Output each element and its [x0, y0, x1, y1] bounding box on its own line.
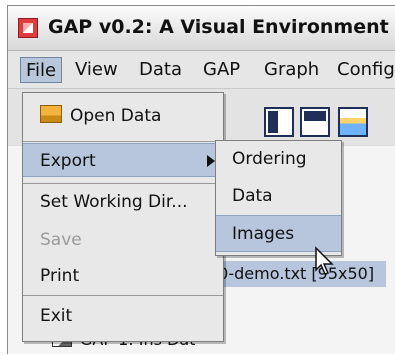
menu-separator — [23, 295, 223, 296]
application-window: GAP v0.2: A Visual Environment for Da Fi… — [7, 5, 395, 354]
file-dropdown-menu: Open Data Export Set Working Dir... Save… — [22, 92, 224, 342]
menu-item-open-data[interactable]: Open Data — [23, 99, 223, 133]
menu-item-export[interactable]: Export — [23, 143, 223, 177]
submenu-item-ordering[interactable]: Ordering — [216, 141, 341, 178]
menu-graph[interactable]: Graph — [259, 57, 324, 83]
menu-item-print[interactable]: Print — [23, 259, 223, 293]
export-submenu: Ordering Data Images — [215, 140, 342, 256]
image-icon[interactable] — [338, 107, 368, 137]
menu-file[interactable]: File — [20, 57, 63, 83]
menu-bar: File View Data GAP Graph Config — [8, 51, 395, 89]
menu-item-label: Open Data — [70, 106, 162, 126]
layout-top-icon[interactable] — [300, 107, 330, 137]
menu-view[interactable]: View — [70, 57, 123, 83]
menu-item-set-working-dir[interactable]: Set Working Dir... — [23, 185, 223, 219]
menu-separator — [23, 183, 223, 184]
menu-gap[interactable]: GAP — [198, 57, 245, 83]
menu-item-save: Save — [40, 230, 82, 250]
mouse-cursor-icon — [315, 246, 334, 275]
title-bar: GAP v0.2: A Visual Environment for Da — [8, 6, 395, 51]
app-icon — [18, 18, 38, 38]
layout-left-icon[interactable] — [264, 107, 294, 137]
menu-separator — [23, 141, 223, 142]
selected-dataset[interactable]: 50-demo.txt [95x50] — [204, 261, 386, 287]
menu-item-label: Export — [40, 151, 96, 171]
submenu-item-data[interactable]: Data — [216, 178, 341, 215]
menu-item-exit[interactable]: Exit — [23, 299, 223, 333]
window-title: GAP v0.2: A Visual Environment for Da — [48, 16, 395, 38]
menu-config[interactable]: Config — [332, 57, 395, 83]
open-folder-icon — [40, 105, 62, 123]
submenu-arrow-icon — [207, 155, 215, 167]
menu-data[interactable]: Data — [134, 57, 187, 83]
